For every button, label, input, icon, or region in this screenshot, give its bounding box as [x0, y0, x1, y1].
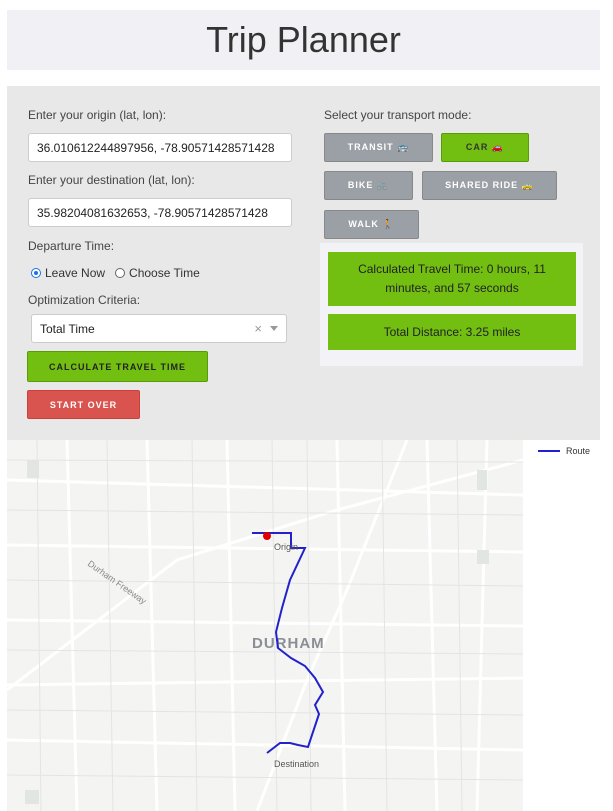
start-over-button[interactable]: START OVER: [27, 390, 140, 419]
page-title: Trip Planner: [206, 19, 401, 60]
route-map[interactable]: Durham Freeway DURHAM Origin Destination: [7, 440, 523, 811]
legend-route-label: Route: [566, 446, 591, 456]
calculate-button[interactable]: CALCULATE TRAVEL TIME: [27, 351, 208, 382]
transit-button[interactable]: TRANSIT 🚌: [324, 133, 433, 162]
car-button[interactable]: CAR 🚗: [441, 133, 529, 162]
origin-input[interactable]: [28, 133, 292, 162]
road-label: Durham Freeway: [86, 558, 149, 606]
shared-ride-button[interactable]: SHARED RIDE 🚕: [422, 171, 557, 200]
choose-time-radio[interactable]: [115, 268, 126, 278]
destination-label: Destination: [274, 759, 319, 769]
mode-label: Select your transport mode:: [324, 108, 472, 122]
leave-now-label: Leave Now: [45, 266, 106, 280]
header: Trip Planner: [7, 10, 600, 70]
clear-icon[interactable]: ×: [254, 321, 262, 336]
distance-result: Total Distance: 3.25 miles: [328, 314, 576, 350]
criteria-label: Optimization Criteria:: [28, 293, 141, 307]
map-legend: Route: [538, 446, 590, 456]
criteria-select[interactable]: Total Time ×: [31, 314, 287, 343]
leave-now-option[interactable]: Leave Now: [31, 266, 105, 280]
destination-label: Enter your destination (lat, lon):: [28, 173, 195, 187]
chevron-down-icon[interactable]: [270, 326, 278, 331]
origin-label: Origin: [274, 542, 298, 552]
city-label: DURHAM: [252, 635, 325, 652]
travel-time-result: Calculated Travel Time: 0 hours, 11 minu…: [328, 252, 576, 306]
results-panel: Calculated Travel Time: 0 hours, 11 minu…: [320, 243, 583, 366]
control-panel: Enter your origin (lat, lon): Enter your…: [7, 86, 600, 440]
map-roads: [7, 440, 523, 811]
origin-label: Enter your origin (lat, lon):: [28, 108, 167, 122]
map-parks: [25, 460, 489, 804]
criteria-value: Total Time: [40, 321, 95, 336]
choose-time-label: Choose Time: [129, 266, 200, 280]
departure-radio-group: Leave Now Choose Time: [31, 266, 210, 280]
destination-input[interactable]: [28, 198, 292, 227]
departure-label: Departure Time:: [28, 239, 115, 253]
origin-marker: [263, 532, 271, 540]
walk-button[interactable]: WALK 🚶: [324, 210, 419, 239]
bike-button[interactable]: BIKE 🚲: [324, 171, 413, 200]
leave-now-radio[interactable]: [31, 268, 41, 278]
map-canvas[interactable]: Durham Freeway DURHAM Origin Destination: [7, 440, 523, 811]
choose-time-option[interactable]: Choose Time: [115, 266, 200, 280]
route-swatch: [538, 450, 560, 452]
